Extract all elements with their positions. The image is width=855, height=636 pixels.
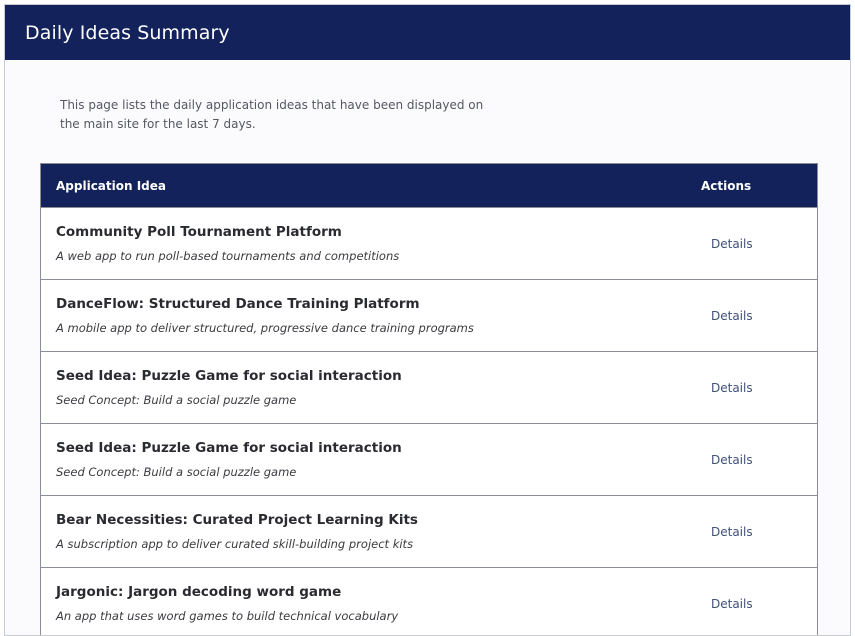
idea-cell: Seed Idea: Puzzle Game for social intera… [41, 424, 711, 495]
idea-cell: DanceFlow: Structured Dance Training Pla… [41, 280, 711, 351]
idea-title: Jargonic: Jargon decoding word game [56, 584, 342, 600]
idea-cell: Seed Idea: Puzzle Game for social intera… [41, 352, 711, 423]
table-row: Seed Idea: Puzzle Game for social intera… [41, 351, 817, 423]
actions-cell: Details [711, 208, 817, 279]
idea-description: An app that uses word games to build tec… [56, 609, 399, 623]
idea-cell: Bear Necessities: Curated Project Learni… [41, 496, 711, 567]
table-row: Jargonic: Jargon decoding word game An a… [41, 567, 817, 635]
page-window: Daily Ideas Summary This page lists the … [4, 4, 851, 636]
page-header: Daily Ideas Summary [5, 5, 850, 60]
details-link[interactable]: Details [711, 381, 753, 395]
idea-description: A web app to run poll-based tournaments … [56, 249, 400, 263]
idea-title: Community Poll Tournament Platform [56, 224, 342, 240]
column-header-actions: Actions [701, 178, 752, 193]
table-header: Application Idea Actions [41, 164, 817, 207]
idea-title: Seed Idea: Puzzle Game for social intera… [56, 368, 402, 384]
column-header-idea: Application Idea [56, 178, 167, 193]
intro-text: This page lists the daily application id… [60, 98, 484, 131]
table-row: Seed Idea: Puzzle Game for social intera… [41, 423, 817, 495]
actions-cell: Details [711, 496, 817, 567]
details-link[interactable]: Details [711, 597, 753, 611]
idea-title: Bear Necessities: Curated Project Learni… [56, 512, 418, 528]
idea-title: Seed Idea: Puzzle Game for social intera… [56, 440, 402, 456]
table-row: Bear Necessities: Curated Project Learni… [41, 495, 817, 567]
idea-description: A subscription app to deliver curated sk… [56, 537, 414, 551]
details-link[interactable]: Details [711, 453, 753, 467]
page-title: Daily Ideas Summary [25, 21, 230, 44]
actions-cell: Details [711, 568, 817, 635]
details-link[interactable]: Details [711, 525, 753, 539]
idea-title: DanceFlow: Structured Dance Training Pla… [56, 296, 420, 312]
actions-cell: Details [711, 424, 817, 495]
details-link[interactable]: Details [711, 309, 753, 323]
table-row: DanceFlow: Structured Dance Training Pla… [41, 279, 817, 351]
actions-cell: Details [711, 280, 817, 351]
idea-description: Seed Concept: Build a social puzzle game [56, 465, 297, 479]
details-link[interactable]: Details [711, 237, 753, 251]
idea-cell: Community Poll Tournament Platform A web… [41, 208, 711, 279]
idea-description: Seed Concept: Build a social puzzle game [56, 393, 297, 407]
table-row: Community Poll Tournament Platform A web… [41, 207, 817, 279]
actions-cell: Details [711, 352, 817, 423]
idea-cell: Jargonic: Jargon decoding word game An a… [41, 568, 711, 635]
ideas-table: Application Idea Actions Community Poll … [40, 163, 818, 635]
idea-description: A mobile app to deliver structured, prog… [56, 321, 474, 335]
